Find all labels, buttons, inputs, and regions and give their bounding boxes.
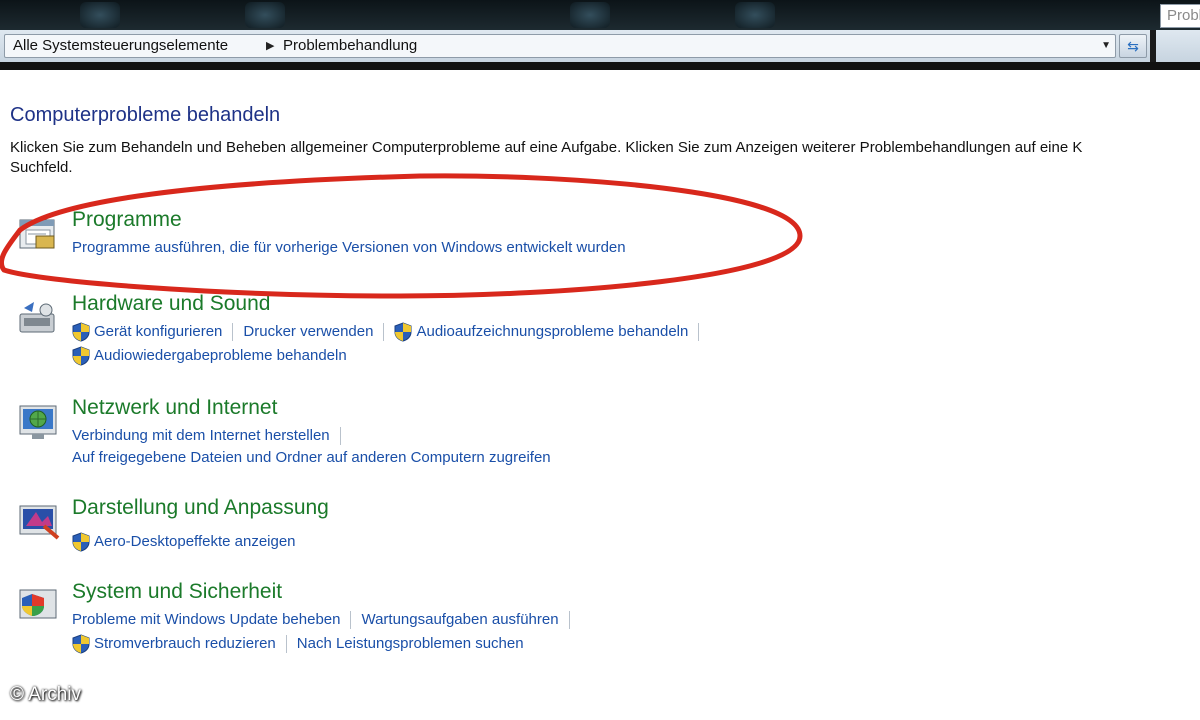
desktop-top-strip: [0, 0, 1200, 30]
link-reduce-power[interactable]: Stromverbrauch reduzieren: [94, 632, 276, 656]
category-links: Programme ausführen, die für vorherige V…: [72, 236, 626, 260]
link-connect-internet[interactable]: Verbindung mit dem Internet herstellen: [72, 424, 330, 448]
divider: [1150, 30, 1156, 62]
link-run-old-programs[interactable]: Programme ausführen, die für vorherige V…: [72, 236, 626, 260]
programs-icon: [19, 219, 55, 249]
search-input[interactable]: Probl: [1160, 4, 1200, 28]
category-title[interactable]: System und Sicherheit: [72, 580, 282, 604]
category-links: Verbindung mit dem Internet herstellen A…: [72, 424, 551, 470]
link-maintenance-tasks[interactable]: Wartungsaufgaben ausführen: [361, 608, 558, 632]
uac-shield-icon: [72, 532, 90, 552]
refresh-button[interactable]: ⇆: [1119, 34, 1147, 58]
appearance-icon: [19, 505, 60, 540]
uac-shield-icon: [72, 322, 90, 342]
link-performance-problems[interactable]: Nach Leistungsproblemen suchen: [297, 632, 524, 656]
divider: [0, 62, 1200, 70]
page-title: Computerprobleme behandeln: [10, 104, 281, 126]
category-title[interactable]: Darstellung und Anpassung: [72, 496, 329, 520]
link-audio-recording[interactable]: Audioaufzeichnungsprobleme behandeln: [416, 320, 688, 344]
category-title[interactable]: Netzwerk und Internet: [72, 396, 277, 420]
category-links: Probleme mit Windows Update beheben Wartu…: [72, 608, 580, 656]
category-title[interactable]: Programme: [72, 208, 182, 232]
category-links: Aero-Desktopeffekte anzeigen: [72, 530, 296, 554]
address-field[interactable]: Alle Systemsteuerungselemente ▶ Problemb…: [4, 34, 1116, 58]
link-shared-folders[interactable]: Auf freigegebene Dateien und Ordner auf …: [72, 446, 551, 470]
uac-shield-icon: [72, 634, 90, 654]
page-description: Klicken Sie zum Behandeln und Beheben al…: [10, 139, 1083, 176]
breadcrumb-troubleshooting[interactable]: Problembehandlung: [283, 35, 417, 57]
address-dropdown-icon[interactable]: ▼: [1101, 35, 1111, 57]
copyright-watermark: © Archiv: [10, 684, 82, 705]
link-audio-playback[interactable]: Audiowiedergabeprobleme behandeln: [94, 344, 347, 368]
breadcrumb-control-panel[interactable]: Alle Systemsteuerungselemente: [13, 35, 228, 57]
link-use-printer[interactable]: Drucker verwenden: [243, 320, 373, 344]
category-links: Gerät konfigurieren Drucker verwenden Aud…: [72, 320, 709, 368]
breadcrumb-separator-icon[interactable]: ▶: [266, 35, 274, 57]
link-windows-update[interactable]: Probleme mit Windows Update beheben: [72, 608, 340, 632]
hardware-sound-icon: [19, 302, 55, 333]
category-title[interactable]: Hardware und Sound: [72, 292, 270, 316]
uac-shield-icon: [72, 346, 90, 366]
link-aero-effects[interactable]: Aero-Desktopeffekte anzeigen: [94, 530, 296, 554]
address-bar: Alle Systemsteuerungselemente ▶ Problemb…: [0, 30, 1200, 63]
system-security-icon: [19, 589, 57, 619]
network-internet-icon: [19, 405, 57, 439]
uac-shield-icon: [394, 322, 412, 342]
link-configure-device[interactable]: Gerät konfigurieren: [94, 320, 222, 344]
